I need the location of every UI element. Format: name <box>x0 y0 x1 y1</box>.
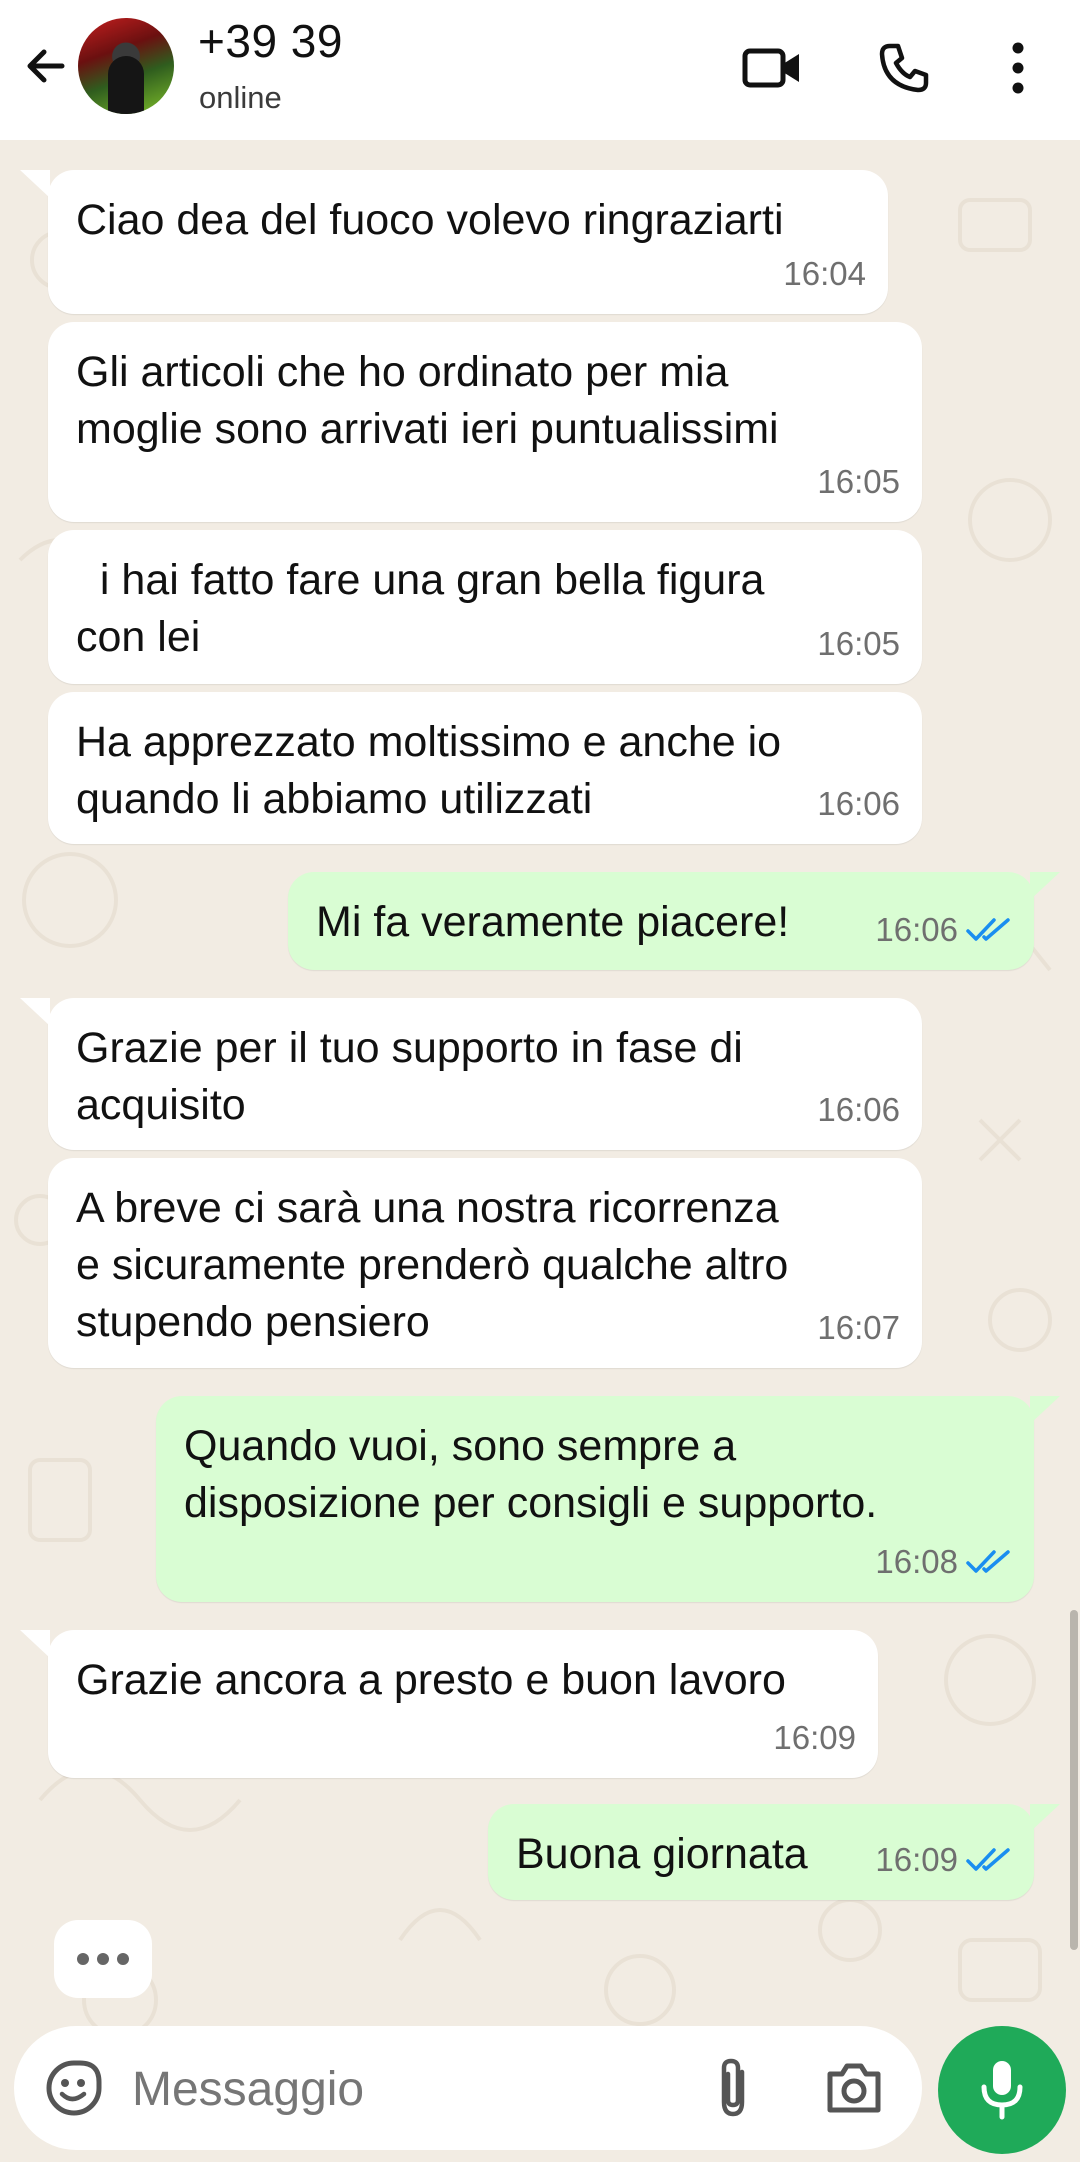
microphone-button[interactable] <box>938 2026 1066 2154</box>
message-bubble-incoming[interactable]: Ha apprezzato moltissimo e anche io quan… <box>48 692 922 844</box>
message-text: i hai fatto fare una gran bella figura c… <box>76 556 765 661</box>
message-bubble-outgoing[interactable]: Buona giornata 16:09 <box>488 1804 1034 1900</box>
message-time: 16:06 <box>817 785 900 822</box>
message-text: A breve ci sarà una nostra ricorrenza e … <box>76 1184 789 1346</box>
typing-dot <box>97 1953 109 1965</box>
chat-screen: +39 39 online Ciao dea del fuoco volevo … <box>0 0 1080 2162</box>
message-composer[interactable]: Messaggio <box>14 2026 922 2150</box>
camera-icon[interactable] <box>824 2060 884 2116</box>
message-time: 16:09 <box>773 1719 856 1756</box>
message-time: 16:05 <box>817 463 900 500</box>
chat-scrollbar[interactable] <box>1070 1610 1078 1950</box>
message-text: Quando vuoi, sono sempre a disposizione … <box>184 1422 878 1527</box>
message-time: 16:06 <box>817 1091 900 1128</box>
contact-status: online <box>199 80 282 115</box>
read-receipt-icon <box>966 917 1010 941</box>
bubble-tail <box>20 1630 50 1658</box>
typing-dot <box>77 1953 89 1965</box>
chat-header: +39 39 online <box>0 0 1080 140</box>
bubble-tail <box>20 170 50 198</box>
message-time: 16:07 <box>817 1309 900 1346</box>
more-options-icon[interactable] <box>980 30 1056 106</box>
message-bubble-incoming[interactable]: Gli articoli che ho ordinato per mia mog… <box>48 322 922 522</box>
attach-paperclip-icon[interactable] <box>708 2056 758 2120</box>
bubble-tail <box>20 998 50 1026</box>
message-time: 16:04 <box>783 255 866 292</box>
message-text: Ciao dea del fuoco volevo ringraziarti <box>76 196 784 244</box>
typing-indicator <box>54 1920 152 1998</box>
message-input[interactable]: Messaggio <box>132 2062 364 2117</box>
read-receipt-icon <box>966 1549 1010 1573</box>
message-time: 16:06 <box>875 911 958 948</box>
voice-call-icon[interactable] <box>866 30 942 106</box>
back-arrow-icon[interactable] <box>18 38 74 94</box>
message-bubble-outgoing[interactable]: Quando vuoi, sono sempre a disposizione … <box>156 1396 1034 1602</box>
bubble-tail <box>1030 872 1060 900</box>
message-time: 16:08 <box>875 1543 958 1580</box>
message-time: 16:09 <box>875 1841 958 1878</box>
message-text: Grazie ancora a presto e buon lavoro <box>76 1656 786 1704</box>
message-bubble-outgoing[interactable]: Mi fa veramente piacere! 16:06 <box>288 872 1034 970</box>
message-time: 16:05 <box>817 625 900 662</box>
bubble-tail <box>1030 1804 1060 1832</box>
message-bubble-incoming[interactable]: A breve ci sarà una nostra ricorrenza e … <box>48 1158 922 1368</box>
message-text: Grazie per il tuo supporto in fase di ac… <box>76 1024 743 1129</box>
message-bubble-incoming[interactable]: Grazie ancora a presto e buon lavoro 16:… <box>48 1630 878 1778</box>
video-call-icon[interactable] <box>734 30 810 106</box>
message-bubble-incoming[interactable]: i hai fatto fare una gran bella figura c… <box>48 530 922 684</box>
message-bubble-incoming[interactable]: Grazie per il tuo supporto in fase di ac… <box>48 998 922 1150</box>
contact-name[interactable]: +39 39 <box>198 14 343 68</box>
contact-avatar[interactable] <box>78 18 174 114</box>
message-bubble-incoming[interactable]: Ciao dea del fuoco volevo ringraziarti 1… <box>48 170 888 314</box>
bubble-tail <box>1030 1396 1060 1424</box>
emoji-sticker-icon[interactable] <box>44 2058 104 2118</box>
typing-dot <box>117 1953 129 1965</box>
microphone-icon <box>981 2061 1023 2120</box>
message-text: Ha apprezzato moltissimo e anche io quan… <box>76 718 782 823</box>
read-receipt-icon <box>966 1847 1010 1871</box>
message-text: Gli articoli che ho ordinato per mia mog… <box>76 348 779 453</box>
